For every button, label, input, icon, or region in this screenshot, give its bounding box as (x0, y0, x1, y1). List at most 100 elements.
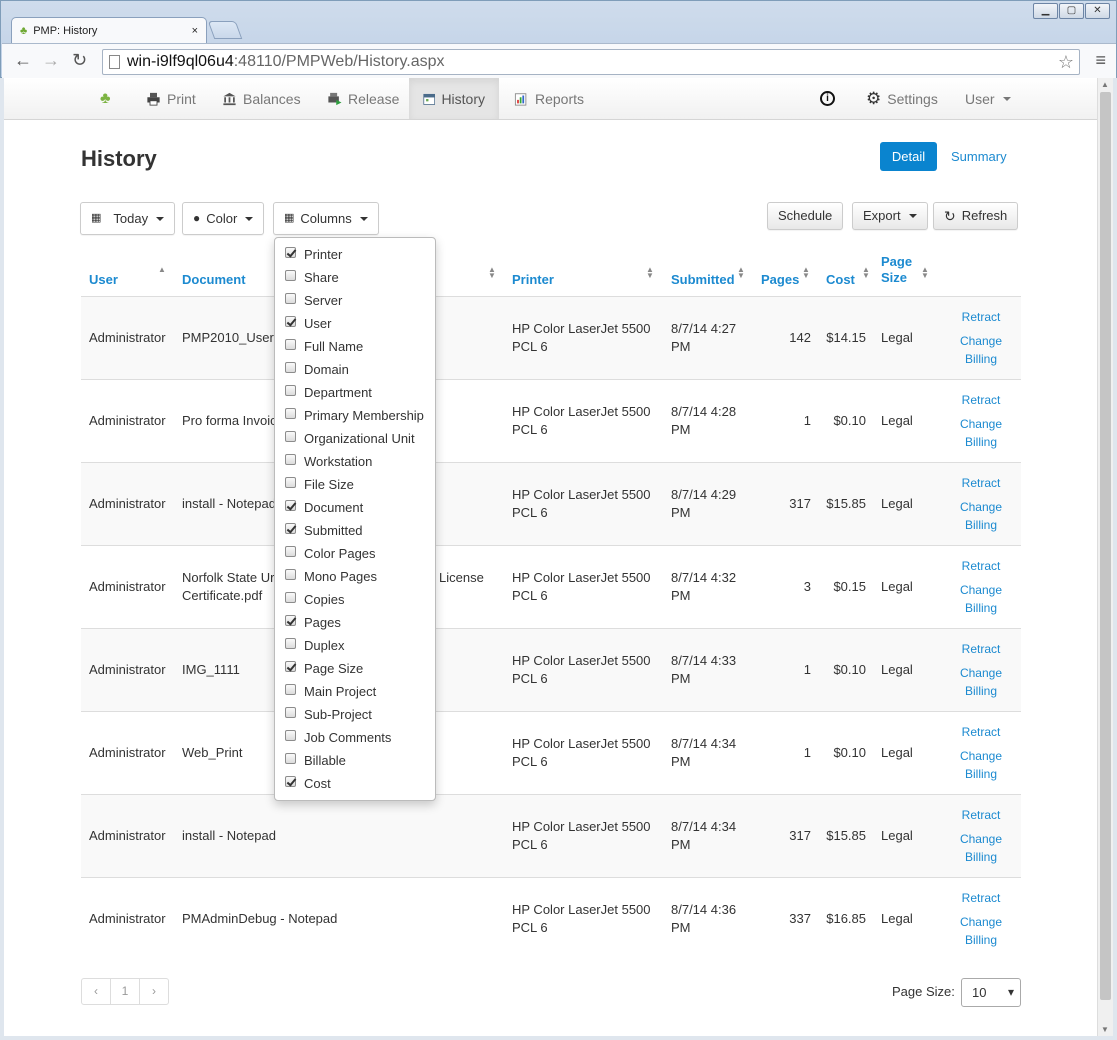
bookmark-star-icon[interactable]: ☆ (1058, 50, 1074, 74)
nav-print[interactable]: Print (132, 78, 210, 119)
column-toggle-item[interactable]: Printer (285, 243, 342, 266)
change-billing-link[interactable]: Change Billing (957, 415, 1005, 451)
home-logo[interactable]: ♣ (86, 78, 125, 119)
retract-link[interactable]: Retract (957, 391, 1005, 409)
sort-icon[interactable]: ▲ ▼ (646, 266, 654, 280)
checkbox-unchecked[interactable] (285, 546, 296, 557)
back-arrow-icon[interactable]: ← (14, 50, 32, 71)
maximize-icon[interactable]: ▢ (1059, 3, 1084, 19)
column-toggle-item[interactable]: Submitted (285, 519, 363, 542)
sort-icon[interactable]: ▲ ▼ (802, 266, 810, 280)
column-toggle-item[interactable]: Department (285, 381, 372, 404)
checkbox-checked[interactable] (285, 316, 296, 327)
columns-button[interactable]: ▦ Columns (273, 202, 379, 235)
vertical-scrollbar[interactable]: ▲ ▼ (1097, 78, 1113, 1036)
retract-link[interactable]: Retract (957, 308, 1005, 326)
checkbox-unchecked[interactable] (285, 408, 296, 419)
column-toggle-item[interactable]: Billable (285, 749, 346, 772)
color-filter-button[interactable]: ● Color (182, 202, 265, 235)
column-toggle-item[interactable]: Full Name (285, 335, 363, 358)
nav-balances[interactable]: Balances (208, 78, 315, 119)
checkbox-unchecked[interactable] (285, 454, 296, 465)
checkbox-unchecked[interactable] (285, 753, 296, 764)
column-toggle-item[interactable]: Workstation (285, 450, 372, 473)
column-toggle-item[interactable]: Organizational Unit (285, 427, 415, 450)
info-button[interactable]: i (806, 78, 849, 119)
checkbox-checked[interactable] (285, 776, 296, 787)
sort-icon[interactable]: ▲ ▼ (921, 266, 929, 280)
prev-page-button[interactable]: ‹ (81, 978, 111, 1005)
address-bar[interactable]: win-i9lf9ql06u4:48110/PMPWeb/History.asp… (102, 49, 1080, 75)
column-toggle-item[interactable]: Cost (285, 772, 331, 795)
column-header-pages[interactable]: Pages (761, 272, 799, 288)
browser-menu-icon[interactable]: ≡ (1095, 50, 1106, 71)
checkbox-checked[interactable] (285, 661, 296, 672)
change-billing-link[interactable]: Change Billing (957, 830, 1005, 866)
retract-link[interactable]: Retract (957, 474, 1005, 492)
new-tab-button[interactable] (207, 21, 243, 39)
retract-link[interactable]: Retract (957, 640, 1005, 658)
schedule-button[interactable]: Schedule (767, 202, 844, 230)
column-toggle-item[interactable]: Page Size (285, 657, 363, 680)
browser-tab[interactable]: ♣ PMP: History × (11, 17, 207, 43)
column-toggle-item[interactable]: Pages (285, 611, 341, 634)
retract-link[interactable]: Retract (957, 889, 1005, 907)
checkbox-checked[interactable] (285, 500, 296, 511)
column-toggle-item[interactable]: Share (285, 266, 339, 289)
column-toggle-item[interactable]: File Size (285, 473, 354, 496)
column-toggle-item[interactable]: Sub-Project (285, 703, 372, 726)
change-billing-link[interactable]: Change Billing (957, 913, 1005, 949)
scroll-up-icon[interactable]: ▲ (1101, 80, 1109, 89)
checkbox-unchecked[interactable] (285, 477, 296, 488)
checkbox-unchecked[interactable] (285, 638, 296, 649)
refresh-button[interactable]: ↻ Refresh (933, 202, 1019, 230)
column-toggle-item[interactable]: Copies (285, 588, 344, 611)
checkbox-unchecked[interactable] (285, 362, 296, 373)
checkbox-unchecked[interactable] (285, 592, 296, 603)
tab-close-icon[interactable]: × (192, 25, 198, 37)
summary-link[interactable]: Summary (951, 149, 1007, 164)
column-toggle-item[interactable]: Main Project (285, 680, 376, 703)
close-window-icon[interactable]: ✕ (1085, 3, 1110, 19)
retract-link[interactable]: Retract (957, 806, 1005, 824)
change-billing-link[interactable]: Change Billing (957, 332, 1005, 368)
nav-history[interactable]: History (409, 78, 499, 119)
checkbox-unchecked[interactable] (285, 707, 296, 718)
nav-settings[interactable]: ⚙ Settings (852, 78, 952, 119)
page-size-select[interactable]: 10 (961, 978, 1021, 1007)
checkbox-checked[interactable] (285, 523, 296, 534)
column-toggle-item[interactable]: Server (285, 289, 342, 312)
change-billing-link[interactable]: Change Billing (957, 664, 1005, 700)
column-header-printer[interactable]: Printer (512, 272, 554, 288)
scrollbar-thumb[interactable] (1100, 92, 1111, 1000)
column-toggle-item[interactable]: Duplex (285, 634, 344, 657)
checkbox-checked[interactable] (285, 247, 296, 258)
change-billing-link[interactable]: Change Billing (957, 747, 1005, 783)
column-toggle-item[interactable]: Color Pages (285, 542, 376, 565)
sort-icon[interactable]: ▲ ▼ (737, 266, 745, 280)
sort-asc-icon[interactable]: ▲ (158, 266, 166, 274)
change-billing-link[interactable]: Change Billing (957, 581, 1005, 617)
scroll-down-icon[interactable]: ▼ (1101, 1025, 1109, 1034)
checkbox-checked[interactable] (285, 615, 296, 626)
detail-button[interactable]: Detail (880, 142, 937, 171)
column-header-cost[interactable]: Cost (826, 272, 855, 288)
page-1-button[interactable]: 1 (110, 978, 140, 1005)
checkbox-unchecked[interactable] (285, 293, 296, 304)
column-header-page-size[interactable]: Page Size (881, 254, 912, 286)
column-toggle-item[interactable]: Job Comments (285, 726, 391, 749)
sort-icon[interactable]: ▲ ▼ (862, 266, 870, 280)
column-toggle-item[interactable]: Domain (285, 358, 349, 381)
checkbox-unchecked[interactable] (285, 339, 296, 350)
date-filter-button[interactable]: ▦ Today (80, 202, 176, 235)
nav-user-menu[interactable]: User (951, 78, 1025, 119)
column-header-submitted[interactable]: Submitted (671, 272, 735, 288)
next-page-button[interactable]: › (139, 978, 169, 1005)
reload-icon[interactable]: ↻ (72, 50, 87, 71)
export-button[interactable]: Export (852, 202, 928, 230)
checkbox-unchecked[interactable] (285, 684, 296, 695)
column-header-user[interactable]: User (89, 272, 118, 288)
forward-arrow-icon[interactable]: → (42, 50, 60, 71)
nav-reports[interactable]: Reports (500, 78, 598, 119)
retract-link[interactable]: Retract (957, 723, 1005, 741)
